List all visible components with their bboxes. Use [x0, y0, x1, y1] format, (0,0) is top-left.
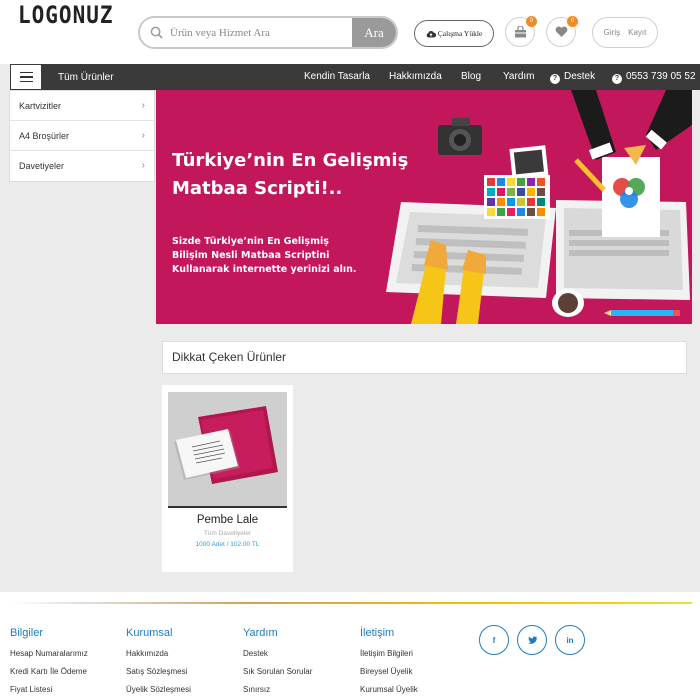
- nav-link-support[interactable]: ? Destek: [550, 71, 595, 84]
- product-name[interactable]: Pembe Lale: [162, 514, 293, 526]
- hero-subtitle: Sizde Türkiye’nin En Gelişmiş Bilişim Ne…: [172, 235, 422, 277]
- nav-phone[interactable]: ? 0553 739 05 52: [612, 71, 696, 84]
- chevron-right-icon: ›: [141, 130, 145, 141]
- site-footer: Bilgiler Hesap Numaralarımız Kredi Kartı…: [0, 592, 700, 700]
- product-card[interactable]: Pembe Lale Tüm Davetiyeler 1000 Adet / 1…: [162, 385, 293, 572]
- category-item-business-cards[interactable]: Kartvizitler ›: [10, 91, 154, 121]
- category-menu: Kartvizitler › A4 Broşürler › Davetiyele…: [9, 90, 155, 182]
- footer-link[interactable]: Sınırsız: [243, 685, 312, 694]
- footer-column-title: İletişim: [360, 627, 395, 639]
- footer-link[interactable]: İletişim Bilgileri: [360, 649, 418, 658]
- search-icon: [150, 26, 163, 39]
- upload-work-button[interactable]: Çalışma Yükle: [414, 20, 494, 47]
- category-item-label: Kartvizitler: [19, 101, 62, 111]
- footer-link[interactable]: Hakkımızda: [126, 649, 191, 658]
- site-logo[interactable]: LOGONUZ: [18, 1, 114, 29]
- hamburger-icon-bar: [19, 80, 33, 83]
- question-icon: ?: [550, 74, 560, 84]
- nav-phone-number: 0553 739 05 52: [626, 71, 696, 82]
- product-category: Tüm Davetiyeler: [203, 530, 252, 537]
- footer-column-title: Bilgiler: [10, 627, 44, 639]
- hero-subtitle-line: Sizde Türkiye’nin En Gelişmiş: [172, 236, 329, 247]
- nav-all-products[interactable]: Tüm Ürünler: [58, 72, 114, 83]
- footer-column-info: Bilgiler Hesap Numaralarımız Kredi Kartı…: [10, 627, 88, 700]
- hero-subtitle-line: Kullanarak internette yerinizi alın.: [172, 264, 357, 275]
- footer-link[interactable]: Satış Sözleşmesi: [126, 667, 191, 676]
- favorites-count-badge: 0: [567, 16, 578, 27]
- upload-work-label: Çalışma Yükle: [437, 29, 483, 38]
- favorites-button[interactable]: 0: [546, 16, 578, 47]
- cloud-upload-icon: [426, 30, 436, 37]
- footer-link[interactable]: Hesap Numaralarımız: [10, 649, 88, 658]
- hero-title-line: Türkiye’nin En Gelişmiş: [172, 150, 409, 171]
- footer-column-title: Yardım: [243, 627, 278, 639]
- footer-link[interactable]: Sık Sorulan Sorular: [243, 667, 312, 676]
- footer-link[interactable]: Fiyat Listesi: [10, 685, 88, 694]
- linkedin-icon[interactable]: in: [555, 625, 585, 655]
- footer-column-help: Yardım Destek Sık Sorulan Sorular Sınırs…: [243, 627, 312, 700]
- hero-illustration: [386, 90, 692, 324]
- search-button[interactable]: Ara: [352, 18, 396, 47]
- footer-link[interactable]: Destek: [243, 649, 312, 658]
- footer-column-corporate: Kurumsal Hakkımızda Satış Sözleşmesi Üye…: [126, 627, 191, 700]
- nav-support-label: Destek: [564, 71, 596, 82]
- cart-count-badge: 0: [526, 16, 537, 27]
- footer-column-title: Kurumsal: [126, 627, 173, 639]
- facebook-icon[interactable]: f: [479, 625, 509, 655]
- product-price: 1000 Adet / 102.00 TL: [195, 541, 260, 548]
- menu-toggle-button[interactable]: [10, 64, 42, 90]
- pencil-illustration: [604, 310, 680, 316]
- twitter-bird-icon: [527, 636, 537, 644]
- category-item-label: Davetiyeler: [19, 161, 65, 171]
- category-item-invitations[interactable]: Davetiyeler ›: [10, 151, 154, 181]
- hero-banner[interactable]: Türkiye’nin En Gelişmiş Matbaa Scripti!.…: [156, 90, 692, 324]
- auth-links: Giriş Kayıt: [592, 17, 658, 48]
- question-icon: ?: [612, 74, 622, 84]
- shopping-bag-icon: [514, 26, 526, 38]
- category-item-brochures[interactable]: A4 Broşürler ›: [10, 121, 154, 151]
- register-link[interactable]: Kayıt: [628, 28, 646, 37]
- footer-divider: [10, 602, 692, 604]
- cart-button[interactable]: 0: [505, 16, 537, 47]
- chevron-right-icon: ›: [141, 160, 145, 171]
- login-link[interactable]: Giriş: [604, 28, 620, 37]
- nav-link-about[interactable]: Hakkımızda: [389, 71, 442, 82]
- heart-icon: [555, 26, 567, 37]
- hero-title: Türkiye’nin En Gelişmiş Matbaa Scripti!.…: [172, 147, 492, 203]
- footer-link[interactable]: Kurumsal Üyelik: [360, 685, 418, 694]
- footer-link[interactable]: Bireysel Üyelik: [360, 667, 418, 676]
- hamburger-icon-bar: [19, 76, 33, 78]
- color-swatch-grid-illustration: [484, 175, 550, 219]
- search-bar: Ara: [138, 16, 398, 49]
- hamburger-icon-bar: [19, 71, 33, 74]
- product-image[interactable]: [168, 392, 287, 508]
- coffee-cup-illustration: [552, 289, 584, 317]
- hero-subtitle-line: Bilişim Nesli Matbaa Scriptini: [172, 250, 330, 261]
- site-header: LOGONUZ Ara Çalışma Yükle 0 0 Giriş Kayı…: [0, 0, 700, 64]
- main-nav: Tüm Ürünler Kendin Tasarla Hakkımızda Bl…: [10, 64, 700, 90]
- featured-products-heading: Dikkat Çeken Ürünler: [162, 341, 687, 374]
- nav-link-design[interactable]: Kendin Tasarla: [304, 71, 370, 82]
- footer-link[interactable]: Kredi Kartı İle Ödeme: [10, 667, 88, 676]
- footer-link[interactable]: Üyelik Sözleşmesi: [126, 685, 191, 694]
- nav-link-blog[interactable]: Blog: [461, 71, 481, 82]
- hero-title-line: Matbaa Scripti!..: [172, 178, 343, 199]
- chevron-right-icon: ›: [141, 100, 145, 111]
- nav-link-help[interactable]: Yardım: [503, 71, 535, 82]
- search-input[interactable]: [170, 18, 355, 47]
- paper-color-wheel-illustration: [602, 157, 660, 237]
- invitation-card-image: [168, 392, 287, 506]
- footer-column-contact: İletişim İletişim Bilgileri Bireysel Üye…: [360, 627, 418, 700]
- twitter-icon[interactable]: [517, 625, 547, 655]
- category-item-label: A4 Broşürler: [19, 131, 70, 141]
